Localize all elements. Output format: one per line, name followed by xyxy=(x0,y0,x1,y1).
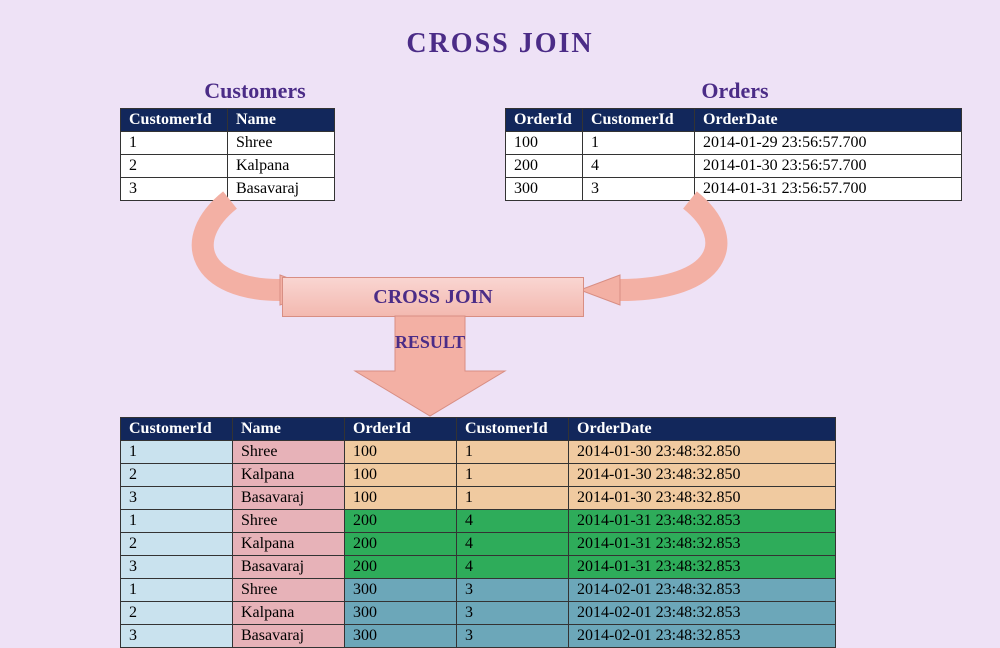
cell: 1 xyxy=(457,464,569,487)
cell: 1 xyxy=(121,510,233,533)
cell: 2 xyxy=(121,464,233,487)
table-row: 1Shree30032014-02-01 23:48:32.853 xyxy=(121,579,836,602)
cell: 2 xyxy=(121,533,233,556)
customers-heading: Customers xyxy=(155,78,355,104)
cell: Shree xyxy=(228,132,335,155)
col-header: OrderId xyxy=(345,418,457,441)
cell: 200 xyxy=(345,556,457,579)
cell: 1 xyxy=(121,441,233,464)
cell: 3 xyxy=(457,625,569,648)
page-title: CROSS JOIN xyxy=(0,28,1000,60)
cell: 300 xyxy=(345,625,457,648)
cell: 100 xyxy=(345,464,457,487)
cell: 200 xyxy=(345,533,457,556)
orders-heading: Orders xyxy=(505,78,965,104)
cell: Basavaraj xyxy=(233,625,345,648)
table-row: 2Kalpana10012014-01-30 23:48:32.850 xyxy=(121,464,836,487)
cell: Kalpana xyxy=(228,155,335,178)
cell: 3 xyxy=(583,178,695,201)
cell: 100 xyxy=(345,441,457,464)
cell: 3 xyxy=(121,556,233,579)
cell: 2014-02-01 23:48:32.853 xyxy=(569,625,836,648)
customers-table: CustomerId Name 1Shree2Kalpana3Basavaraj xyxy=(120,108,335,201)
table-row: 3Basavaraj10012014-01-30 23:48:32.850 xyxy=(121,487,836,510)
cell: 300 xyxy=(345,579,457,602)
col-header: OrderDate xyxy=(695,109,962,132)
cell: Shree xyxy=(233,510,345,533)
col-header: CustomerId xyxy=(121,418,233,441)
cell: Kalpana xyxy=(233,533,345,556)
cell: Basavaraj xyxy=(233,556,345,579)
cell: 4 xyxy=(457,510,569,533)
cell: 300 xyxy=(345,602,457,625)
cell: 1 xyxy=(457,487,569,510)
cell: 2014-01-29 23:56:57.700 xyxy=(695,132,962,155)
cell: 2014-01-30 23:56:57.700 xyxy=(695,155,962,178)
table-row: 3Basavaraj20042014-01-31 23:48:32.853 xyxy=(121,556,836,579)
cell: 1 xyxy=(121,132,228,155)
cell: 4 xyxy=(583,155,695,178)
cell: Shree xyxy=(233,579,345,602)
table-row: 1Shree xyxy=(121,132,335,155)
orders-table: OrderId CustomerId OrderDate 10012014-01… xyxy=(505,108,962,201)
cell: 3 xyxy=(121,625,233,648)
cell: 4 xyxy=(457,533,569,556)
cell: Kalpana xyxy=(233,464,345,487)
cell: 3 xyxy=(121,178,228,201)
col-header: CustomerId xyxy=(457,418,569,441)
col-header: Name xyxy=(228,109,335,132)
col-header: Name xyxy=(233,418,345,441)
cell: 100 xyxy=(506,132,583,155)
cell: 1 xyxy=(121,579,233,602)
cell: Basavaraj xyxy=(233,487,345,510)
cell: 2014-02-01 23:48:32.853 xyxy=(569,602,836,625)
cell: 200 xyxy=(345,510,457,533)
table-row: 10012014-01-29 23:56:57.700 xyxy=(506,132,962,155)
col-header: OrderDate xyxy=(569,418,836,441)
cell: 1 xyxy=(457,441,569,464)
cell: 2 xyxy=(121,155,228,178)
cell: 2014-01-31 23:56:57.700 xyxy=(695,178,962,201)
cell: 1 xyxy=(583,132,695,155)
cell: 2014-01-30 23:48:32.850 xyxy=(569,464,836,487)
operator-box: CROSS JOIN xyxy=(282,277,584,317)
cell: 2014-01-30 23:48:32.850 xyxy=(569,441,836,464)
cell: 3 xyxy=(121,487,233,510)
table-row: 1Shree10012014-01-30 23:48:32.850 xyxy=(121,441,836,464)
cell: 2014-01-31 23:48:32.853 xyxy=(569,556,836,579)
cell: Shree xyxy=(233,441,345,464)
col-header: CustomerId xyxy=(583,109,695,132)
cell: 3 xyxy=(457,579,569,602)
cell: 2014-02-01 23:48:32.853 xyxy=(569,579,836,602)
cell: 2 xyxy=(121,602,233,625)
cell: 3 xyxy=(457,602,569,625)
col-header: CustomerId xyxy=(121,109,228,132)
table-row: 1Shree20042014-01-31 23:48:32.853 xyxy=(121,510,836,533)
table-row: 20042014-01-30 23:56:57.700 xyxy=(506,155,962,178)
cell: Basavaraj xyxy=(228,178,335,201)
cell: 2014-01-31 23:48:32.853 xyxy=(569,510,836,533)
arrow-result-icon xyxy=(350,316,510,416)
table-row: 3Basavaraj30032014-02-01 23:48:32.853 xyxy=(121,625,836,648)
result-label: RESULT xyxy=(370,332,490,353)
cell: 4 xyxy=(457,556,569,579)
result-table: CustomerId Name OrderId CustomerId Order… xyxy=(120,417,836,648)
cell: Kalpana xyxy=(233,602,345,625)
table-row: 2Kalpana30032014-02-01 23:48:32.853 xyxy=(121,602,836,625)
cell: 2014-01-30 23:48:32.850 xyxy=(569,487,836,510)
table-row: 2Kalpana xyxy=(121,155,335,178)
arrow-orders-to-join-icon xyxy=(560,200,740,310)
cell: 200 xyxy=(506,155,583,178)
table-row: 2Kalpana20042014-01-31 23:48:32.853 xyxy=(121,533,836,556)
cell: 2014-01-31 23:48:32.853 xyxy=(569,533,836,556)
table-row: 30032014-01-31 23:56:57.700 xyxy=(506,178,962,201)
col-header: OrderId xyxy=(506,109,583,132)
cell: 100 xyxy=(345,487,457,510)
cell: 300 xyxy=(506,178,583,201)
